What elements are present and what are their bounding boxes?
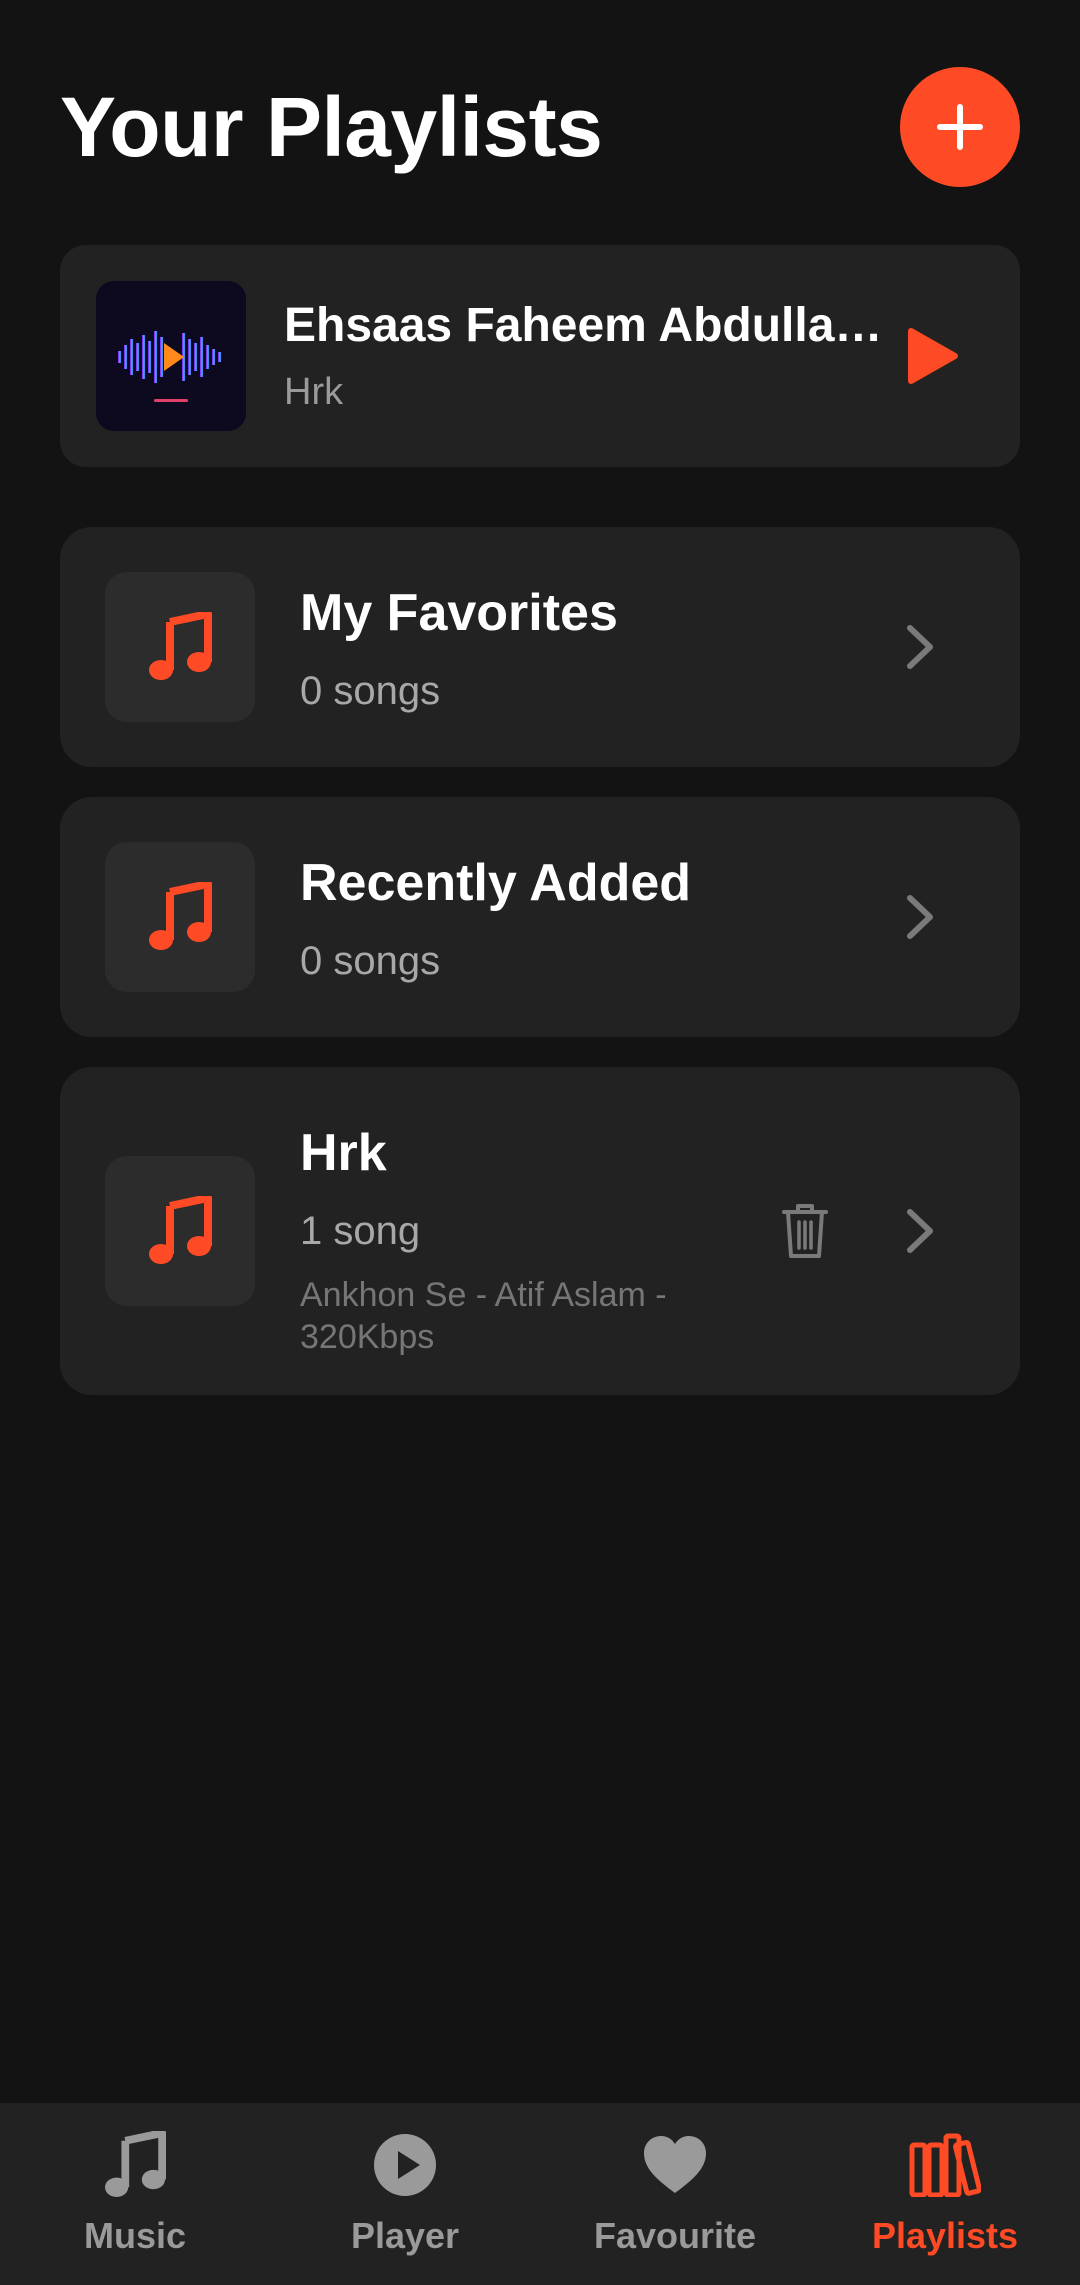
add-playlist-button[interactable] — [900, 67, 1020, 187]
playlist-thumbnail — [105, 572, 255, 722]
nav-item-music[interactable]: Music — [0, 2103, 270, 2285]
now-playing-card[interactable]: Ehsaas Faheem Abdullah ... Hrk — [60, 245, 1020, 467]
playlist-thumbnail — [105, 842, 255, 992]
chevron-right-icon[interactable] — [900, 1206, 940, 1256]
now-playing-info: Ehsaas Faheem Abdullah ... Hrk — [284, 298, 892, 414]
playlist-info: Recently Added 0 songs — [300, 853, 691, 984]
heart-icon — [644, 2136, 706, 2193]
play-circle-icon — [374, 2134, 436, 2196]
play-icon — [908, 328, 958, 384]
page-title: Your Playlists — [60, 79, 603, 174]
nav-item-player[interactable]: Player — [270, 2103, 540, 2285]
plus-icon — [937, 104, 983, 150]
playlist-preview-track: Ankhon Se - Atif Aslam - 320Kbps — [300, 1276, 667, 1356]
nav-label: Music — [83, 2215, 187, 2256]
nav-label: Favourite — [593, 2215, 757, 2256]
nav-label: Playlists — [871, 2215, 1019, 2256]
playlist-card-hrk[interactable]: Hrk 1 song Ankhon Se - Atif Aslam - 320K… — [60, 1067, 1020, 1395]
playlist-name: Recently Added — [300, 854, 692, 912]
playlist-song-count: 0 songs — [300, 939, 441, 983]
playlist-name: My Favorites — [300, 584, 618, 642]
music-note-icon — [149, 882, 212, 950]
nav-item-favourite[interactable]: Favourite — [540, 2103, 810, 2285]
music-note-icon — [104, 2131, 166, 2197]
bottom-navigation: Music Player Favourite Playlists — [0, 2103, 1080, 2285]
playlist-name: Hrk — [300, 1124, 387, 1182]
playlist-song-count: 0 songs — [300, 669, 441, 713]
library-icon — [909, 2133, 981, 2197]
now-playing-subtitle: Hrk — [284, 371, 344, 413]
playlist-thumbnail — [105, 1156, 255, 1306]
chevron-right-icon[interactable] — [900, 892, 940, 942]
album-art — [96, 281, 246, 431]
music-note-icon — [149, 1196, 212, 1264]
playlists-screen: Your Playlists Ehsaas Faheem Abdullah ..… — [0, 0, 1080, 2285]
chevron-right-icon[interactable] — [900, 622, 940, 672]
play-button[interactable] — [892, 316, 972, 396]
playlist-song-count: 1 song — [300, 1209, 421, 1253]
playlist-card-recently-added[interactable]: Recently Added 0 songs — [60, 797, 1020, 1037]
header: Your Playlists — [60, 64, 1020, 190]
trash-icon[interactable] — [780, 1202, 830, 1260]
playlist-info: Hrk 1 song Ankhon Se - Atif Aslam - 320K… — [300, 1123, 720, 1358]
music-note-icon — [149, 612, 212, 680]
nav-label: Player — [350, 2215, 460, 2256]
playlist-card-my-favorites[interactable]: My Favorites 0 songs — [60, 527, 1020, 767]
playlist-info: My Favorites 0 songs — [300, 583, 618, 714]
nav-item-playlists[interactable]: Playlists — [810, 2103, 1080, 2285]
now-playing-title: Ehsaas Faheem Abdullah ... — [284, 299, 884, 352]
